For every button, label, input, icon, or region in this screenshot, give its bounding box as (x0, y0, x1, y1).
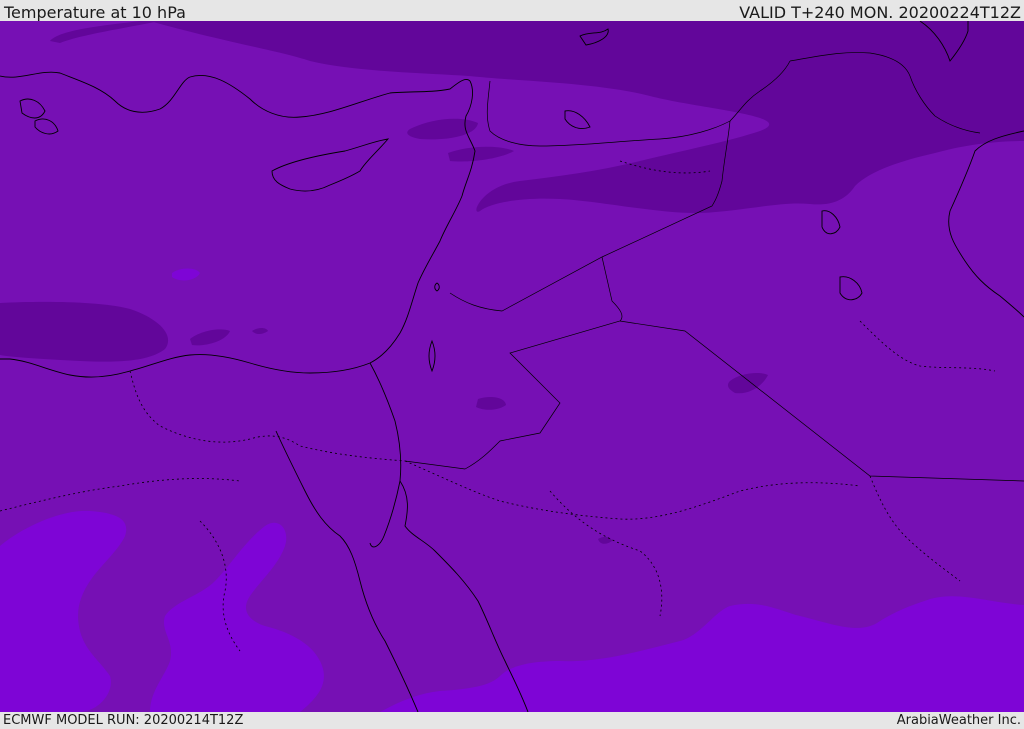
geography-overlay (0, 21, 1024, 712)
coastlines (0, 21, 1024, 712)
credit-text: ArabiaWeather Inc. (896, 713, 1021, 728)
country-borders (404, 52, 1024, 482)
footer-bar: ECMWF MODEL RUN: 20200214T12Z ArabiaWeat… (0, 712, 1024, 729)
header-bar: Temperature at 10 hPa VALID T+240 MON. 2… (0, 0, 1024, 22)
map-title: Temperature at 10 hPa (4, 3, 186, 22)
province-borders (0, 160, 996, 652)
model-run: ECMWF MODEL RUN: 20200214T12Z (3, 713, 244, 728)
valid-time: VALID T+240 MON. 20200224T12Z (739, 3, 1021, 22)
